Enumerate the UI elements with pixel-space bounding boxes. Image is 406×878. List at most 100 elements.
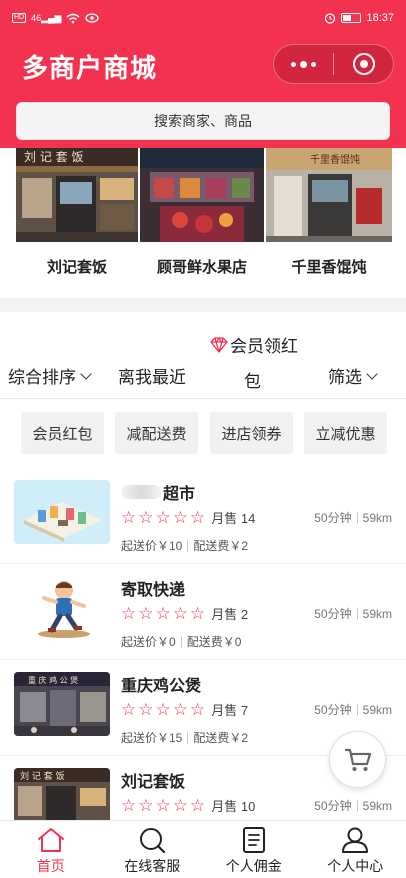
- distance: 59km: [362, 510, 392, 525]
- redacted-text: [121, 485, 161, 499]
- featured-store-name[interactable]: 顾哥鲜水果店: [140, 256, 264, 277]
- star-icon: ☆: [190, 700, 206, 719]
- fees: 起送价￥0 配送费￥0: [121, 633, 241, 650]
- monthly-sales: 月售 7: [211, 703, 249, 718]
- rating-stars: ☆ ☆ ☆ ☆ ☆ 月售 2: [121, 604, 248, 623]
- chevron-down-icon: [80, 367, 92, 380]
- star-icon: ☆: [190, 796, 206, 815]
- star-icon: ☆: [172, 508, 188, 527]
- store-thumbnail: 重 庆 鸡 公 煲: [14, 672, 110, 736]
- star-icon: ☆: [121, 604, 137, 623]
- sort-comprehensive[interactable]: 综合排序: [8, 363, 92, 388]
- star-icon: ☆: [190, 508, 206, 527]
- wifi-icon: [66, 13, 80, 23]
- sort-comprehensive-label: 综合排序: [8, 368, 76, 387]
- signal-icon: 46▂▄▆: [31, 12, 62, 23]
- monthly-sales: 月售 2: [211, 607, 249, 622]
- store-name: 超市: [121, 480, 195, 504]
- tab-label: 在线客服: [124, 858, 181, 874]
- star-icon: ☆: [121, 796, 137, 815]
- tab-label: 个人佣金: [225, 858, 282, 874]
- promo-filter-chips: 会员红包 减配送费 进店领券 立减优惠: [0, 412, 406, 456]
- min-price: 起送价￥10: [121, 539, 183, 553]
- delivery-time: 50分钟: [314, 799, 352, 813]
- divider: [0, 398, 406, 399]
- star-icon: ☆: [155, 700, 171, 719]
- featured-store-name[interactable]: 千里香馄饨: [266, 256, 392, 277]
- delivery-meta: 50分钟 59km: [314, 701, 392, 718]
- star-icon: ☆: [138, 508, 154, 527]
- document-icon: [242, 827, 265, 853]
- distance: 59km: [362, 606, 392, 621]
- monthly-sales: 月售 14: [211, 511, 256, 526]
- store-name: 刘记套饭: [121, 774, 186, 791]
- star-icon: ☆: [121, 508, 137, 527]
- store-row[interactable]: 超市 ☆ ☆ ☆ ☆ ☆ 月售 14 50分钟 59km 起送价￥10 配送费￥2: [0, 468, 406, 564]
- search-icon: [140, 828, 166, 853]
- monthly-sales: 月售 10: [211, 799, 256, 814]
- delivery-fee: 配送费￥0: [186, 635, 242, 649]
- featured-store-image[interactable]: 千里香馄饨: [266, 148, 392, 242]
- store-row[interactable]: 寄取快递 ☆ ☆ ☆ ☆ ☆ 月售 2 50分钟 59km 起送价￥0 配送费￥0: [0, 564, 406, 660]
- clock: 18:37: [366, 12, 394, 24]
- min-price: 起送价￥0: [121, 635, 176, 649]
- star-icon: ☆: [155, 796, 171, 815]
- fees: 起送价￥10 配送费￥2: [121, 537, 248, 554]
- sort-bar: 综合排序 离我最近 会员领红 包 筛选: [0, 325, 406, 395]
- star-icon: ☆: [138, 700, 154, 719]
- cart-button[interactable]: [329, 731, 386, 788]
- target-icon: [352, 53, 375, 75]
- distance: 59km: [362, 702, 392, 717]
- star-icon: ☆: [155, 604, 171, 623]
- alarm-icon: [325, 13, 336, 24]
- status-left: HD 46▂▄▆: [12, 12, 100, 24]
- delivery-meta: 50分钟 59km: [314, 509, 392, 526]
- delivery-meta: 50分钟 59km: [314, 797, 392, 814]
- filter-button[interactable]: 筛选: [328, 363, 378, 388]
- chip-instant-discount[interactable]: 立减优惠: [304, 412, 387, 454]
- tab-commission[interactable]: 个人佣金: [203, 821, 305, 878]
- section-separator: [0, 298, 406, 312]
- tab-home[interactable]: 首页: [0, 821, 102, 878]
- home-icon: [37, 828, 64, 852]
- more-dots-icon: [291, 60, 316, 68]
- filter-label: 筛选: [328, 368, 362, 387]
- star-icon: ☆: [190, 604, 206, 623]
- sort-nearest[interactable]: 离我最近: [118, 363, 186, 388]
- eye-icon: [85, 13, 100, 23]
- sort-member-red-packet[interactable]: 会员领红 包: [210, 332, 302, 392]
- search-input[interactable]: 搜索商家、商品: [16, 102, 390, 140]
- featured-store-name[interactable]: 刘记套饭: [16, 256, 138, 277]
- chip-reduce-delivery[interactable]: 减配送费: [115, 412, 198, 454]
- user-icon: [342, 827, 369, 853]
- featured-store-image[interactable]: [140, 148, 264, 242]
- fees: 起送价￥15 配送费￥2: [121, 729, 248, 746]
- store-thumbnail: [14, 576, 110, 640]
- star-icon: ☆: [172, 796, 188, 815]
- store-name: 寄取快递: [121, 582, 186, 599]
- miniprogram-capsule: [273, 44, 394, 84]
- more-button[interactable]: [274, 44, 333, 84]
- chip-store-coupon[interactable]: 进店领券: [210, 412, 293, 454]
- rating-stars: ☆ ☆ ☆ ☆ ☆ 月售 14: [121, 508, 255, 527]
- close-miniprogram-button[interactable]: [334, 44, 393, 84]
- featured-store-image[interactable]: 刘 记 套 饭: [16, 148, 138, 242]
- chevron-down-icon: [366, 367, 378, 380]
- member-label-line1: 会员领红: [230, 337, 298, 356]
- star-icon: ☆: [138, 604, 154, 623]
- chip-member-red-packet[interactable]: 会员红包: [21, 412, 104, 454]
- tab-profile[interactable]: 个人中心: [305, 821, 406, 878]
- tab-label: 首页: [36, 858, 65, 874]
- delivery-time: 50分钟: [314, 607, 352, 621]
- delivery-time: 50分钟: [314, 703, 352, 717]
- status-right: 18:37: [324, 12, 394, 24]
- tab-online-service[interactable]: 在线客服: [102, 821, 204, 878]
- store-thumbnail: [14, 480, 110, 544]
- tab-label: 个人中心: [327, 858, 384, 874]
- star-icon: ☆: [172, 700, 188, 719]
- page-title: 多商户商城: [22, 54, 158, 84]
- app-header: 多商户商城 搜索商家、商品: [0, 36, 406, 148]
- svg-text:重 庆 鸡 公 煲: 重 庆 鸡 公 煲: [28, 675, 78, 685]
- battery-icon: [341, 13, 362, 23]
- hd-badge: HD: [12, 13, 27, 23]
